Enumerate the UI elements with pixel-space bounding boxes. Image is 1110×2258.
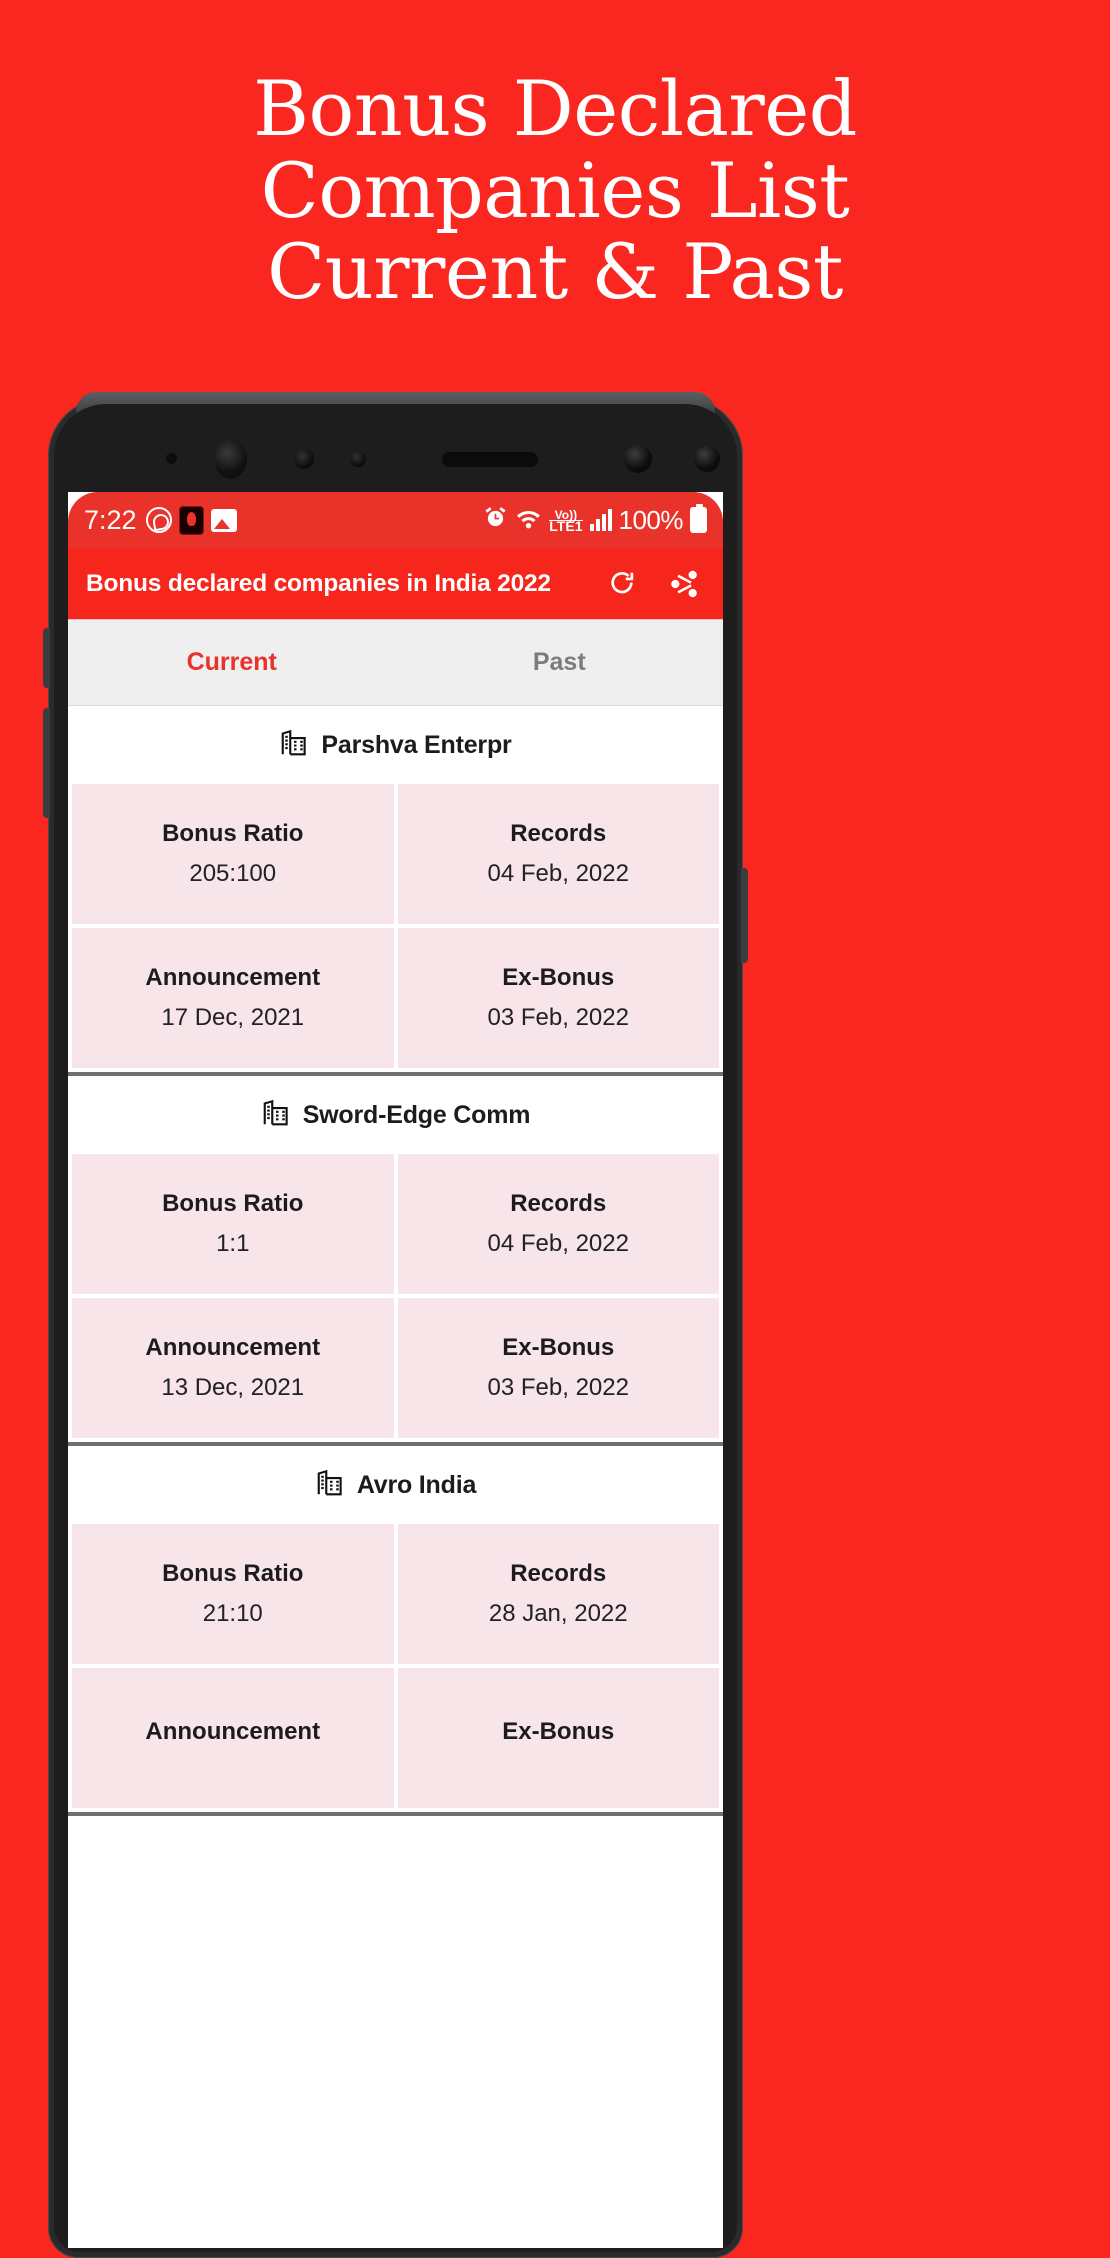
cell-ex-bonus: Ex-Bonus 03 Feb, 2022 [397, 1298, 719, 1438]
cell-value: 1:1 [216, 1230, 250, 1257]
phone-button-right [741, 868, 748, 963]
cell-label: Bonus Ratio [162, 1560, 304, 1587]
phone-screen: 7:22 Vo)) LTE1 100% Bonus declared compa… [68, 492, 723, 2248]
promo-headline: Bonus Declared Companies List Current & … [0, 68, 1110, 313]
phone-bezel [54, 404, 737, 492]
cell-ex-bonus: Ex-Bonus [397, 1668, 719, 1808]
cell-label: Ex-Bonus [502, 964, 615, 991]
company-detail-grid: Bonus Ratio 1:1 Records 04 Feb, 2022 Ann… [68, 1154, 723, 1442]
status-right-icons: Vo)) LTE1 100% [483, 504, 707, 536]
cell-label: Ex-Bonus [502, 1718, 615, 1745]
company-card[interactable]: Parshva Enterpr Bonus Ratio 205:100 Reco… [68, 706, 723, 1076]
cell-ex-bonus: Ex-Bonus 03 Feb, 2022 [397, 928, 719, 1068]
cell-bonus-ratio: Bonus Ratio 21:10 [72, 1524, 394, 1664]
company-card-header: Avro India [68, 1446, 723, 1524]
company-name: Avro India [356, 1470, 477, 1499]
signal-icon [589, 509, 612, 531]
building-icon [261, 1098, 291, 1133]
volte-icon: Vo)) LTE1 [549, 507, 583, 534]
refresh-icon[interactable] [605, 567, 639, 601]
cell-label: Records [510, 1560, 607, 1587]
company-detail-grid: Bonus Ratio 21:10 Records 28 Jan, 2022 A… [68, 1524, 723, 1812]
alarm-icon [483, 505, 508, 535]
cell-bonus-ratio: Bonus Ratio 205:100 [72, 784, 394, 924]
cell-value: 17 Dec, 2021 [161, 1004, 305, 1031]
building-icon [279, 728, 309, 763]
company-card-header: Parshva Enterpr [68, 706, 723, 784]
phone-body: 7:22 Vo)) LTE1 100% Bonus declared compa… [54, 404, 737, 2252]
cell-value: 13 Dec, 2021 [161, 1374, 305, 1401]
wifi-icon [515, 506, 542, 535]
cell-announcement: Announcement 13 Dec, 2021 [72, 1298, 394, 1438]
cell-value: 21:10 [202, 1600, 263, 1627]
status-time: 7:22 [84, 504, 137, 535]
app-bar-title: Bonus declared companies in India 2022 [86, 569, 551, 597]
tab-current[interactable]: Current [68, 648, 396, 677]
proximity-sensor-icon [294, 449, 314, 469]
app-bar: Bonus declared companies in India 2022 [68, 548, 723, 620]
phone-button-left-lower [43, 708, 50, 818]
cell-value: 28 Jan, 2022 [488, 1600, 628, 1627]
headline-line-1: Bonus Declared [253, 64, 857, 153]
cell-records: Records 04 Feb, 2022 [397, 784, 719, 924]
cell-announcement: Announcement [72, 1668, 394, 1808]
phone-button-left-upper [43, 628, 50, 688]
earpiece-speaker-icon [442, 452, 538, 467]
iris-scanner-icon [624, 445, 652, 473]
status-bar: 7:22 Vo)) LTE1 100% [68, 492, 723, 548]
headline-line-3: Current & Past [267, 227, 843, 317]
battery-icon [690, 504, 707, 533]
company-card[interactable]: Sword-Edge Comm Bonus Ratio 1:1 Records … [68, 1076, 723, 1446]
cell-records: Records 28 Jan, 2022 [397, 1524, 719, 1664]
cell-records: Records 04 Feb, 2022 [397, 1154, 719, 1294]
secondary-camera-icon [694, 446, 720, 472]
gallery-icon [210, 508, 237, 532]
tab-bar: Current Past [68, 620, 723, 706]
status-left-icons [145, 506, 237, 534]
company-card-header: Sword-Edge Comm [68, 1076, 723, 1154]
cell-label: Bonus Ratio [162, 1190, 304, 1217]
cell-value: 205:100 [189, 860, 277, 887]
whatsapp-icon [145, 507, 172, 533]
headline-line-2: Companies List [260, 145, 850, 235]
app-notification-icon [179, 506, 203, 534]
front-camera-icon [214, 439, 247, 479]
cell-label: Bonus Ratio [162, 820, 304, 847]
building-icon [315, 1468, 345, 1503]
share-icon[interactable] [667, 567, 701, 601]
cell-label: Records [510, 1190, 607, 1217]
company-list: Parshva Enterpr Bonus Ratio 205:100 Reco… [68, 706, 723, 1816]
cell-label: Ex-Bonus [502, 1334, 615, 1361]
cell-label: Announcement [145, 1718, 321, 1745]
light-sensor-icon [350, 451, 366, 467]
cell-value: 03 Feb, 2022 [487, 1004, 629, 1031]
tab-past[interactable]: Past [396, 648, 724, 677]
cell-value: 04 Feb, 2022 [487, 1230, 629, 1257]
company-detail-grid: Bonus Ratio 205:100 Records 04 Feb, 2022… [68, 784, 723, 1072]
battery-percent-label: 100% [618, 504, 684, 535]
cell-value: 03 Feb, 2022 [487, 1374, 629, 1401]
company-name: Parshva Enterpr [321, 730, 512, 759]
cell-label: Announcement [145, 1334, 321, 1361]
company-card[interactable]: Avro India Bonus Ratio 21:10 Records 28 … [68, 1446, 723, 1816]
app-bar-actions [605, 567, 701, 601]
sensor-pinhole-icon [166, 453, 177, 464]
company-name: Sword-Edge Comm [302, 1100, 531, 1129]
cell-bonus-ratio: Bonus Ratio 1:1 [72, 1154, 394, 1294]
cell-label: Announcement [145, 964, 321, 991]
cell-value: 04 Feb, 2022 [487, 860, 629, 887]
phone-mockup: 7:22 Vo)) LTE1 100% Bonus declared compa… [43, 392, 748, 2258]
cell-announcement: Announcement 17 Dec, 2021 [72, 928, 394, 1068]
cell-label: Records [510, 820, 607, 847]
